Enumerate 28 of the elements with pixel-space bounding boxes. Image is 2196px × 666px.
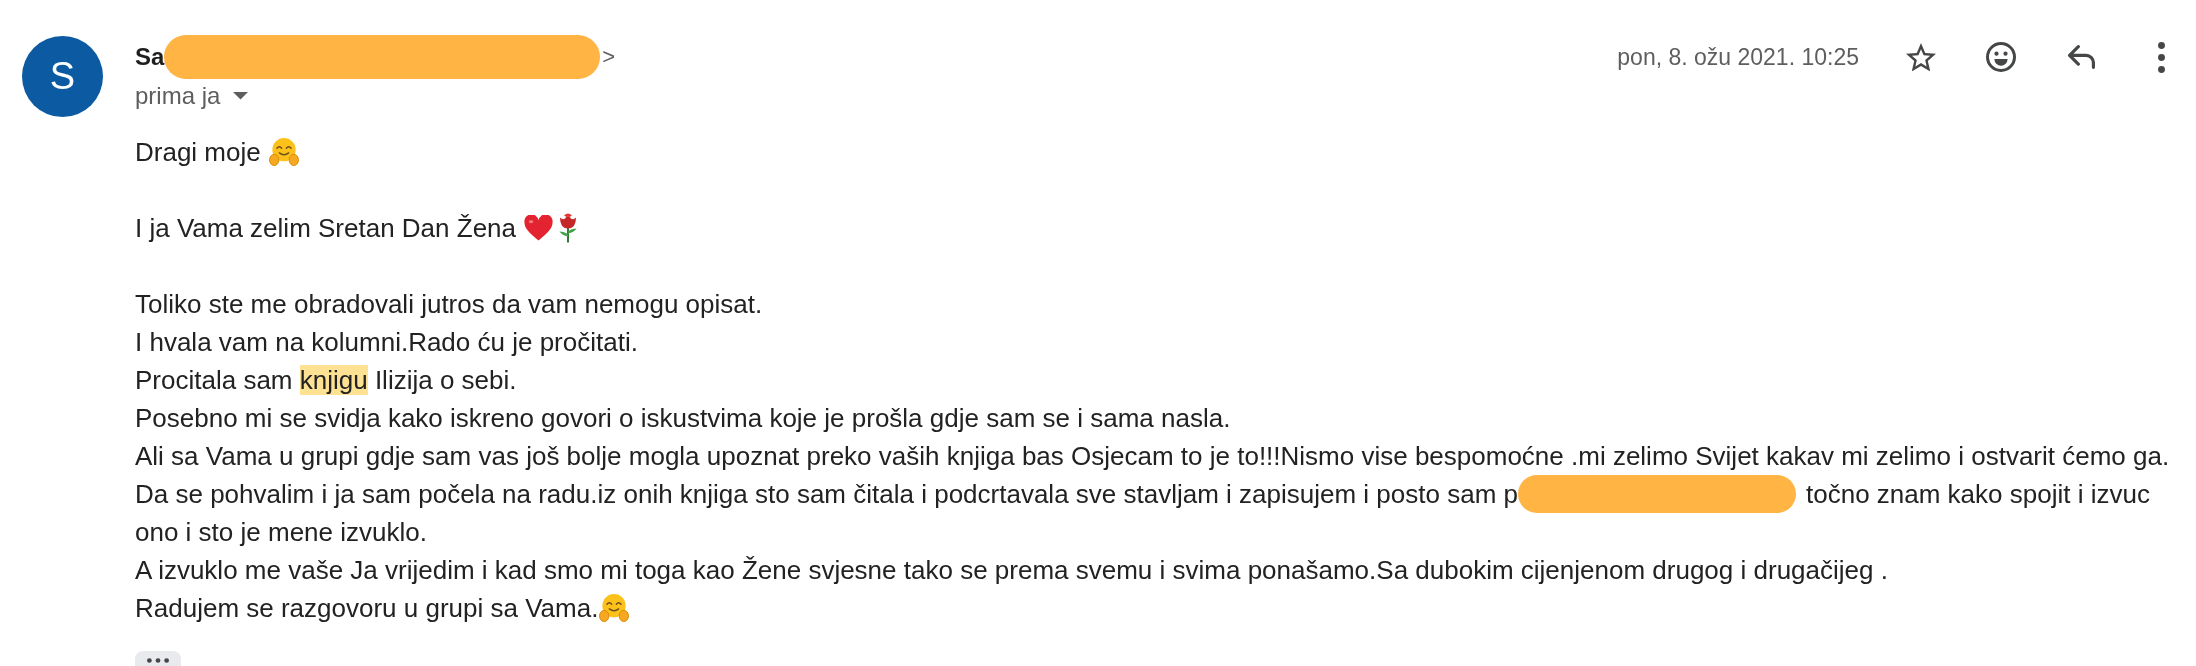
message-text: Da se pohvalim i ja sam počela na radu.iz onih knjiga sto sam čitala i podcrtavala sve stavljam i zapisujem i posto sam p [135,478,1518,510]
message-text: Toliko ste me obradovali jutros da vam nemogu opisat. [135,288,763,320]
hugging-face-icon [268,138,299,166]
message-text: Posebno mi se svidja kako iskreno govori o iskustvima koje je prošla gdje sam se i sama nasla. [135,402,1231,434]
reply-icon[interactable] [2067,45,2095,69]
smiley-icon[interactable] [1986,42,2016,72]
star-icon[interactable] [1906,42,1936,72]
message-text: točno znam kako spojit i izvuc [1806,478,2150,510]
message-text: Radujem se razgovoru u grupi sa Vama. [135,592,599,624]
heart-icon [524,215,554,241]
sender-avatar: S [22,36,103,117]
ellipsis-button[interactable] [135,651,181,666]
hugging-face-icon [599,594,630,622]
message-text: ono i sto je mene izvuklo. [135,516,427,548]
sender-email: > [602,44,616,70]
message-text: Ali sa Vama u grupi gdje sam vas još bolje mogla upoznat preko vaših knjiga bas Osjecam to je to!!!Nismo vise bespomoćne .mi zelimo Svijet kakav mi zelimo i ostvarit ćemo ga. [135,440,2170,472]
message-text: Dragi moje [135,136,262,168]
recipient-label: prima ja [135,82,221,110]
message-text: Procitala sam knjigu Ilizija o sebi. [135,364,517,396]
more-icon[interactable] [2157,41,2165,73]
caret-icon[interactable] [233,92,249,100]
message-date: pon, 8. ožu 2021. 10:25 [1617,43,1859,71]
rose-icon [559,213,578,243]
message-text: I hvala vam na kolumni.Rado ću je pročitati. [135,326,638,358]
message-text: A izvuklo me vaše Ja vrijedim i kad smo mi toga kao Žene svjesne tako se prema svemu i svima ponašamo.Sa dubokim cijenjenom drugog i drugačijeg . [135,554,1888,586]
sender-name: Sa [135,43,165,71]
ellipsis-icon [147,658,169,663]
message-text: I ja Vama zelim Sretan Dan Žena [135,212,518,244]
